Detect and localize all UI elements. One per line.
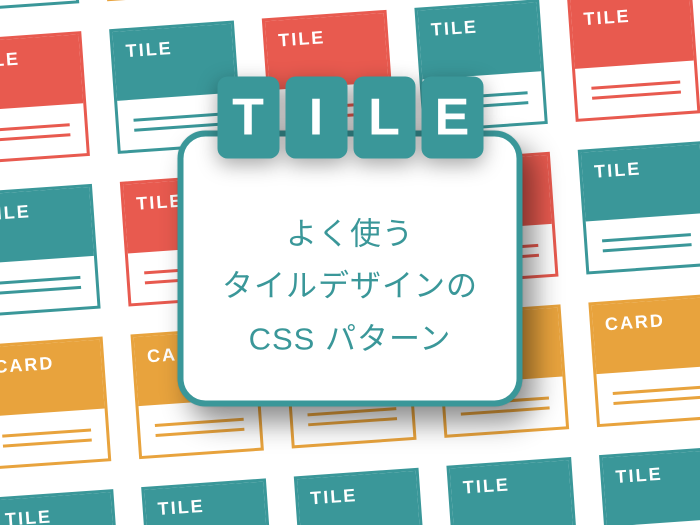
card-amber: CARD	[98, 0, 231, 1]
card-red: TILE	[567, 0, 700, 122]
card-amber: CARD	[588, 294, 700, 427]
card-label: TILE	[0, 34, 83, 111]
card-teal: TILE	[294, 468, 427, 525]
tile-badge: T I L E	[217, 76, 483, 158]
card-label: CARD	[0, 340, 105, 417]
card-label: TILE	[0, 492, 115, 525]
panel-line-3: CSS パターン	[202, 313, 499, 366]
card-teal: TILE	[0, 0, 79, 12]
card-teal: TILE	[578, 141, 700, 274]
badge-letter: L	[353, 76, 415, 158]
center-panel: T I L E よく使う タイルデザインの CSS パターン	[178, 130, 523, 406]
card-label: TILE	[297, 471, 421, 525]
panel-line-1: よく使う	[202, 208, 499, 261]
card-amber: CARD	[0, 336, 111, 469]
card-label: TILE	[418, 2, 542, 79]
card-teal: TILE	[446, 457, 579, 525]
card-teal: TILE	[141, 478, 274, 525]
card-label: TILE	[602, 450, 700, 525]
card-red: TILE	[0, 31, 90, 164]
card-label: TILE	[144, 482, 268, 525]
card-label: TILE	[450, 460, 574, 525]
card-label: TILE	[581, 144, 700, 221]
card-label: CARD	[592, 297, 700, 374]
card-teal: TILE	[0, 489, 122, 525]
badge-letter: T	[217, 76, 279, 158]
card-teal: TILE	[0, 184, 101, 317]
card-label: TILE	[0, 187, 94, 264]
badge-letter: E	[421, 76, 483, 158]
panel-line-2: タイルデザインの	[202, 261, 499, 314]
badge-letter: I	[285, 76, 347, 158]
card-teal: TILE	[599, 446, 700, 525]
card-label: TILE	[570, 0, 694, 69]
